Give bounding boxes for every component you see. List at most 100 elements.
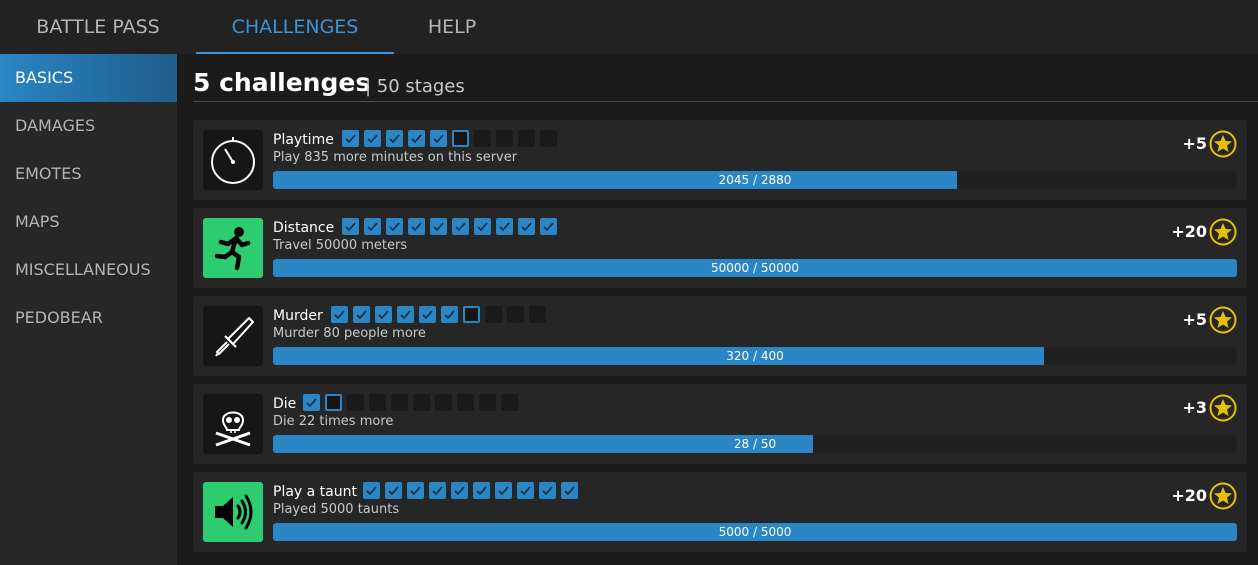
challenge-icon-box <box>203 394 263 454</box>
top-tab-bar: BATTLE PASS CHALLENGES HELP <box>0 0 1258 54</box>
reward-points: +5 <box>1182 134 1207 153</box>
stage-locked <box>369 394 386 411</box>
progress-text: 28 / 50 <box>733 437 777 451</box>
knife-icon <box>215 317 254 357</box>
progress-bar: 28 / 50 <box>273 435 1237 453</box>
stage-done <box>342 130 359 147</box>
running-man-icon <box>214 227 251 271</box>
stage-done <box>473 482 490 499</box>
challenge-icon-box <box>203 306 263 366</box>
challenge-card-playtime: Playtime Play 835 more minutes on this s… <box>193 120 1247 200</box>
stage-done <box>375 306 392 323</box>
checkmark-icon <box>411 222 422 232</box>
checkmark-icon <box>367 222 378 232</box>
sidebar-item-emotes[interactable]: EMOTES <box>0 150 177 198</box>
stage-done <box>331 306 348 323</box>
challenge-icon-box <box>203 482 263 542</box>
tab-battle-pass[interactable]: BATTLE PASS <box>0 0 196 54</box>
stage-done <box>386 130 403 147</box>
checkmark-icon <box>542 486 553 496</box>
reward-points: +20 <box>1171 486 1207 505</box>
stage-done <box>408 130 425 147</box>
checkmark-icon <box>356 310 367 320</box>
progress-text: 320 / 400 <box>726 349 784 363</box>
sidebar-item-maps[interactable]: MAPS <box>0 198 177 246</box>
sidebar-item-miscellaneous[interactable]: MISCELLANEOUS <box>0 246 177 294</box>
stage-locked <box>507 306 524 323</box>
stage-done <box>518 218 535 235</box>
progress-text: 2045 / 2880 <box>718 173 792 187</box>
stage-locked <box>479 394 496 411</box>
sidebar-item-basics[interactable]: BASICS <box>0 54 177 102</box>
checkmark-icon <box>476 486 487 496</box>
reward-points: +3 <box>1182 398 1207 417</box>
stage-done <box>495 482 512 499</box>
stages-count: | 50 stages <box>365 76 465 97</box>
progress-text: 50000 / 50000 <box>710 261 800 275</box>
challenge-icon-box <box>203 130 263 190</box>
checkmark-icon <box>345 134 356 144</box>
stage-locked <box>474 130 491 147</box>
star-icon <box>1209 306 1237 334</box>
checkmark-icon <box>499 222 510 232</box>
stage-done <box>353 306 370 323</box>
stage-locked <box>347 394 364 411</box>
checkmark-icon <box>306 398 317 408</box>
stage-done <box>430 218 447 235</box>
stage-done <box>386 218 403 235</box>
sidebar-item-pedobear[interactable]: PEDOBEAR <box>0 294 177 342</box>
stage-done <box>517 482 534 499</box>
stage-locked <box>501 394 518 411</box>
challenge-title: Distance <box>273 220 335 236</box>
stage-locked <box>518 130 535 147</box>
challenge-title: Play a taunt <box>273 484 357 500</box>
stage-done <box>342 218 359 235</box>
reward-points: +5 <box>1182 310 1207 329</box>
progress-bar: 50000 / 50000 <box>273 259 1237 277</box>
checkmark-icon <box>477 222 488 232</box>
stage-done <box>364 218 381 235</box>
challenge-description: Murder 80 people more <box>273 326 426 341</box>
challenge-icon-box <box>203 218 263 278</box>
page-title: 5 challenges <box>193 68 371 97</box>
stage-locked <box>496 130 513 147</box>
stage-done <box>419 306 436 323</box>
progress-text: 5000 / 5000 <box>718 525 792 539</box>
stage-done <box>539 482 556 499</box>
checkmark-icon <box>366 486 377 496</box>
checkmark-icon <box>432 486 443 496</box>
challenge-card-murder: Murder Murder 80 people more 320 / 400 +… <box>193 296 1247 376</box>
stage-current <box>463 306 480 323</box>
stage-done <box>364 130 381 147</box>
checkmark-icon <box>521 222 532 232</box>
challenge-description: Die 22 times more <box>273 414 394 429</box>
stage-done <box>407 482 424 499</box>
challenge-description: Travel 50000 meters <box>273 238 408 253</box>
checkmark-icon <box>433 134 444 144</box>
reward-points: +20 <box>1171 222 1207 241</box>
checkmark-icon <box>388 486 399 496</box>
divider <box>193 101 1258 102</box>
stage-locked <box>457 394 474 411</box>
stage-done <box>540 218 557 235</box>
checkmark-icon <box>389 134 400 144</box>
star-icon <box>1209 130 1237 158</box>
stage-done <box>451 482 468 499</box>
checkmark-icon <box>400 310 411 320</box>
checkmark-icon <box>389 222 400 232</box>
tab-challenges[interactable]: CHALLENGES <box>196 0 394 54</box>
stage-done <box>452 218 469 235</box>
stage-locked <box>413 394 430 411</box>
stage-done <box>496 218 513 235</box>
sidebar-item-damages[interactable]: DAMAGES <box>0 102 177 150</box>
checkmark-icon <box>410 486 421 496</box>
skull-crossbones-icon <box>215 411 251 447</box>
checkmark-icon <box>334 310 345 320</box>
stopwatch-icon <box>211 137 255 184</box>
star-icon <box>1209 394 1237 422</box>
stage-done <box>474 218 491 235</box>
tab-help[interactable]: HELP <box>394 0 510 54</box>
challenge-title: Die <box>273 396 297 412</box>
checkmark-icon <box>454 486 465 496</box>
checkmark-icon <box>367 134 378 144</box>
